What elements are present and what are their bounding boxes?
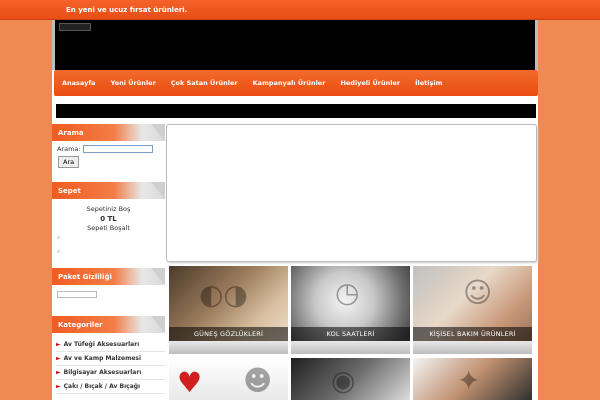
search-label: Arama: — [57, 145, 81, 153]
main-navigation: Anasayfa Yeni Ürünler Çok Satan Ürünler … — [54, 70, 538, 96]
announcement-bar — [56, 104, 536, 118]
tile-personal-care[interactable]: ☺ KİŞİSEL BAKIM ÜRÜNLERİ — [413, 266, 532, 354]
tile-health-products[interactable]: ♥ ☻ — [169, 358, 288, 400]
top-bar: En yeni ve ucuz fırsat ürünleri. — [0, 0, 600, 20]
athlete-icon: ✦ — [457, 364, 481, 397]
arrow-right-icon: ► — [56, 341, 61, 348]
category-label: Bilgisayar Aksesuarları — [63, 369, 142, 376]
bullet-icon — [57, 236, 60, 239]
bullet-icon — [57, 250, 60, 253]
sunglasses-icon: ◐◑ — [199, 278, 248, 311]
categories-box: Kategoriler ► Av Tüfeği Aksesuarları ► Av … — [52, 316, 165, 400]
category-item[interactable]: ► Çakı / Bıçak / Av Bıçağı — [56, 380, 165, 394]
tile-massage-products[interactable]: ◉ — [291, 358, 410, 400]
tile-sports-products[interactable]: ✦ — [413, 358, 532, 400]
massager-icon: ◉ — [331, 364, 356, 397]
cart-status: Sepetiniz Boş — [86, 205, 131, 213]
cart-box: Sepet Sepetiniz Boş 0 TL Sepeti Boşalt — [52, 182, 165, 264]
search-button[interactable]: Ara — [58, 156, 80, 168]
site-logo[interactable] — [59, 23, 91, 31]
arrow-right-icon: ► — [56, 355, 61, 362]
clear-cart-link[interactable]: Sepeti Boşalt — [52, 224, 165, 233]
tile-sunglasses[interactable]: ◐◑ GÜNEŞ GÖZLÜKLERİ — [169, 266, 288, 354]
nav-item-gift-products[interactable]: Hediyeli Ürünler — [340, 79, 400, 87]
package-privacy-title: Paket Gizliliği — [52, 268, 165, 285]
tile-caption: KOL SAATLERİ — [291, 327, 410, 341]
search-input[interactable] — [82, 145, 153, 153]
package-privacy-banner[interactable] — [57, 291, 97, 298]
category-label: Av Tüfeği Aksesuarları — [63, 341, 140, 348]
nav-item-new-products[interactable]: Yeni Ürünler — [111, 79, 156, 87]
main-content-panel — [166, 124, 537, 262]
tile-caption: KİŞİSEL BAKIM ÜRÜNLERİ — [413, 327, 532, 341]
nav-item-campaign-products[interactable]: Kampanyalı Ürünler — [253, 79, 326, 87]
person-icon: ☺ — [463, 276, 493, 309]
tile-watches[interactable]: ◷ KOL SAATLERİ — [291, 266, 410, 354]
arrow-right-icon: ► — [56, 369, 61, 376]
sidebar: Arama Arama: Ara Sepet Sepetiniz Boş 0 T… — [52, 124, 165, 400]
category-label: Çakı / Bıçak / Av Bıçağı — [63, 383, 141, 390]
category-item[interactable]: ► Av ve Kamp Malzemesi — [56, 352, 165, 366]
search-box-title: Arama — [52, 124, 165, 141]
nav-item-home[interactable]: Anasayfa — [62, 79, 96, 87]
nav-item-best-sellers[interactable]: Çok Satan Ürünler — [171, 79, 238, 87]
watch-icon: ◷ — [335, 276, 360, 309]
tile-caption: GÜNEŞ GÖZLÜKLERİ — [169, 327, 288, 341]
heart-icon: ♥ — [177, 366, 203, 399]
person-icon: ☻ — [243, 364, 273, 397]
package-privacy-box: Paket Gizliliği — [52, 268, 165, 312]
nav-item-contact[interactable]: İletişim — [415, 79, 442, 87]
category-item[interactable]: ► Bilgisayar Aksesuarları — [56, 366, 165, 380]
category-item[interactable]: ► Av Tüfeği Aksesuarları — [56, 338, 165, 352]
cart-box-title: Sepet — [52, 182, 165, 199]
header-banner — [52, 20, 538, 70]
cart-total: 0 TL — [100, 215, 117, 223]
category-label: Av ve Kamp Malzemesi — [63, 355, 142, 362]
search-box: Arama Arama: Ara — [52, 124, 165, 179]
categories-title: Kategoriler — [52, 316, 165, 333]
arrow-right-icon: ► — [56, 383, 61, 390]
site-tagline: En yeni ve ucuz fırsat ürünleri. — [66, 6, 188, 14]
